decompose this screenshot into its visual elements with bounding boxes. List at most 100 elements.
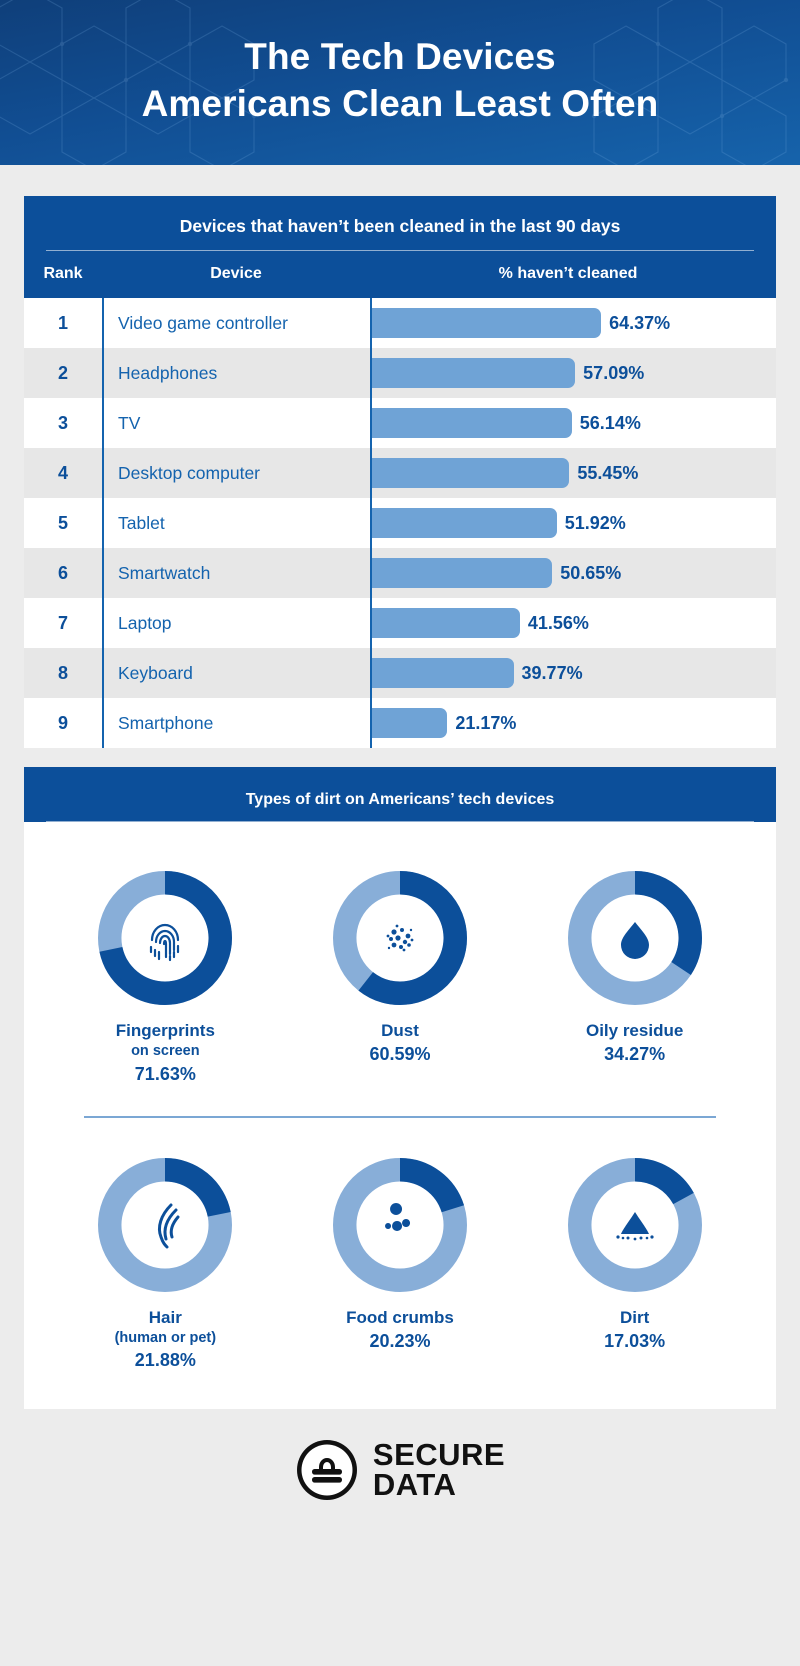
- column-header-device: Device: [210, 265, 262, 282]
- secure-data-lock-icon: [296, 1440, 357, 1501]
- donut-label: Oily residue 34.27%: [530, 1020, 740, 1067]
- donut-item: Fingerprints on screen 71.63%: [60, 871, 270, 1086]
- cell-device: TV: [118, 412, 141, 433]
- donut-graphic: [295, 1157, 505, 1292]
- table-row: 9 Smartphone 21.17%: [24, 698, 776, 748]
- bar-value-label: 21.17%: [455, 712, 517, 733]
- donut-section-title: Types of dirt on Americans’ tech devices: [245, 791, 555, 808]
- bar-value-label: 41.56%: [527, 612, 589, 633]
- donut-row-top: Fingerprints on screen 71.63% Dust 60.59% Oil…: [24, 835, 776, 1094]
- donut-value: 71.63%: [134, 1063, 196, 1084]
- bar-value-label: 50.65%: [560, 562, 622, 583]
- cell-rank: 6: [57, 562, 68, 583]
- table-header-divider: [46, 250, 754, 251]
- donut-header-divider: [46, 821, 754, 822]
- table-title: Devices that haven’t been cleaned in the…: [179, 216, 621, 236]
- cell-bar: 55.45%: [370, 448, 776, 498]
- cell-rank: 9: [57, 712, 68, 733]
- donut-chart: [98, 871, 233, 1005]
- table-row: 4 Desktop computer 55.45%: [24, 448, 776, 498]
- donut-chart: [567, 1157, 702, 1292]
- table-divider-rank: [102, 298, 104, 748]
- donut-value: 21.88%: [134, 1350, 196, 1371]
- donut-value: 60.59%: [369, 1044, 431, 1065]
- donut-graphic: [530, 871, 740, 1005]
- cell-bar: 57.09%: [370, 348, 776, 398]
- table-header: Devices that haven’t been cleaned in the…: [24, 196, 776, 298]
- cell-device: Smartwatch: [118, 562, 211, 583]
- cell-device: Desktop computer: [118, 462, 261, 483]
- cell-rank: 3: [57, 412, 68, 433]
- donut-label: Fingerprints on screen 71.63%: [60, 1020, 270, 1086]
- cell-rank: 7: [57, 612, 68, 633]
- cell-bar: 64.37%: [370, 298, 776, 348]
- donut-item: Food crumbs 20.23%: [295, 1157, 505, 1354]
- bar: [372, 408, 572, 438]
- donut-item: Hair (human or pet) 21.88%: [60, 1157, 270, 1373]
- table-row: 8 Keyboard 39.77%: [24, 648, 776, 698]
- donut-row-bottom: Hair (human or pet) 21.88% Food crumbs 20.23…: [24, 1122, 776, 1381]
- bar-value-label: 39.77%: [521, 662, 583, 683]
- page-title-line-1: The Tech Devices: [244, 36, 556, 77]
- cell-bar: 56.14%: [370, 398, 776, 448]
- cell-bar: 50.65%: [370, 548, 776, 598]
- bar: [372, 708, 448, 738]
- donut-chart: [567, 871, 702, 1005]
- logo-line-1: SECURE: [372, 1437, 506, 1473]
- donut-chart: [332, 871, 467, 1005]
- footer-logo: SECURE DATA: [0, 1409, 800, 1532]
- cell-rank: 4: [57, 462, 68, 483]
- cell-device: Video game controller: [118, 312, 288, 333]
- cell-device: Smartphone: [118, 712, 214, 733]
- bar: [372, 558, 553, 588]
- page-title: The Tech Devices Americans Clean Least O…: [0, 0, 800, 128]
- cell-device: Tablet: [118, 512, 165, 533]
- cell-device: Headphones: [118, 362, 218, 383]
- table-row: 6 Smartwatch 50.65%: [24, 548, 776, 598]
- table-row: 1 Video game controller 64.37%: [24, 298, 776, 348]
- cell-rank: 8: [57, 662, 68, 683]
- column-header-percent: % haven’t cleaned: [498, 265, 638, 282]
- bar: [372, 508, 557, 538]
- table-body: 1 Video game controller 64.37% 2 Headphones 5…: [24, 298, 776, 748]
- donut-graphic: [530, 1157, 740, 1292]
- cell-device: Laptop: [118, 612, 172, 633]
- donut-value: 17.03%: [604, 1331, 666, 1352]
- devices-table-card: Devices that haven’t been cleaned in the…: [24, 196, 776, 748]
- donut-label: Food crumbs 20.23%: [295, 1307, 505, 1354]
- cell-bar: 51.92%: [370, 498, 776, 548]
- header-banner: The Tech Devices Americans Clean Least O…: [0, 0, 800, 165]
- donut-label-sub: (human or pet): [114, 1330, 217, 1347]
- donut-graphic: [60, 1157, 270, 1292]
- bar-value-label: 51.92%: [564, 512, 626, 533]
- donut-label: Hair (human or pet) 21.88%: [60, 1307, 270, 1373]
- bar-value-label: 56.14%: [579, 412, 641, 433]
- cell-rank: 2: [57, 362, 68, 383]
- logo-wordmark: SECURE DATA: [372, 1437, 506, 1500]
- table-column-headers: Rank Device % haven’t cleaned: [24, 251, 776, 298]
- cell-bar: 21.17%: [370, 698, 776, 748]
- donut-value: 34.27%: [604, 1044, 666, 1065]
- donut-label: Dirt 17.03%: [530, 1307, 740, 1354]
- table-row: 3 TV 56.14%: [24, 398, 776, 448]
- donut-graphic: [60, 871, 270, 1005]
- bar: [372, 358, 576, 388]
- table-row: 2 Headphones 57.09%: [24, 348, 776, 398]
- donut-graphic: [295, 871, 505, 1005]
- donut-item: Oily residue 34.27%: [530, 871, 740, 1067]
- donut-item: Dust 60.59%: [295, 871, 505, 1067]
- bar-value-label: 64.37%: [609, 312, 671, 333]
- column-header-rank: Rank: [43, 265, 83, 282]
- donut-rows-divider: [84, 1116, 716, 1118]
- donut-chart: [332, 1157, 467, 1292]
- donut-label: Dust 60.59%: [295, 1020, 505, 1067]
- donut-label-sub: on screen: [131, 1043, 200, 1060]
- cell-device: Keyboard: [118, 662, 193, 683]
- table-row: 5 Tablet 51.92%: [24, 498, 776, 548]
- page-title-line-2: Americans Clean Least Often: [141, 82, 659, 124]
- table-divider-device: [370, 298, 372, 748]
- donut-item: Dirt 17.03%: [530, 1157, 740, 1354]
- cell-rank: 1: [57, 312, 68, 333]
- bar: [372, 308, 602, 338]
- donut-section-header: Types of dirt on Americans’ tech devices: [24, 767, 776, 822]
